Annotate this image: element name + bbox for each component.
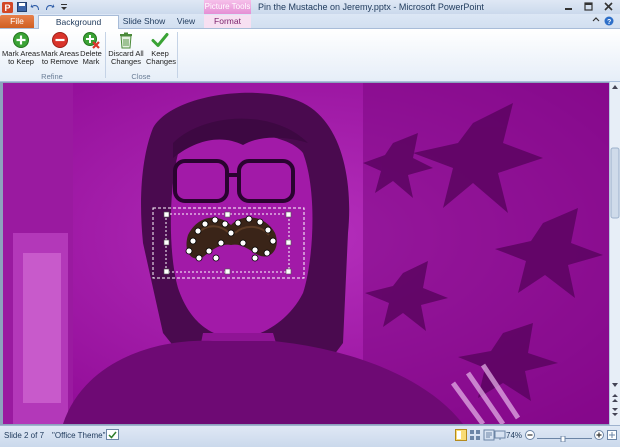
ribbon-minimize-icon[interactable] xyxy=(592,16,600,28)
zoom-out-icon[interactable] xyxy=(525,430,535,442)
delete-mark-label-2: Mark xyxy=(82,57,100,66)
svg-text:?: ? xyxy=(607,19,611,26)
redo-icon[interactable] xyxy=(44,2,55,13)
restore-icon[interactable] xyxy=(578,0,598,13)
vertical-scrollbar[interactable] xyxy=(609,82,620,425)
delete-mark-button[interactable]: Delete Mark xyxy=(80,31,102,69)
mark-keep-label-2: to Keep xyxy=(8,57,34,66)
discard-all-changes-button[interactable]: Discard All Changes xyxy=(107,31,145,69)
slide-editing-area xyxy=(0,82,620,425)
refine-group-label: Refine xyxy=(41,72,63,81)
discard-changes-icon xyxy=(120,32,132,49)
ribbon-right-controls: ? xyxy=(592,16,614,28)
svg-text:P: P xyxy=(5,3,11,13)
background-removal-photo xyxy=(3,83,610,424)
help-icon[interactable]: ? xyxy=(604,16,614,28)
mark-keep-icon xyxy=(13,32,29,48)
tab-view[interactable]: View xyxy=(172,15,200,28)
spell-check-icon[interactable] xyxy=(106,429,120,443)
tab-format[interactable]: Format xyxy=(204,15,251,28)
mark-remove-icon xyxy=(52,32,68,48)
tab-slide-show[interactable]: Slide Show xyxy=(121,15,167,28)
save-icon[interactable] xyxy=(16,2,27,13)
close-icon[interactable] xyxy=(598,0,618,13)
powerpoint-app-icon[interactable]: P xyxy=(2,1,13,13)
undo-icon[interactable] xyxy=(30,2,41,13)
mark-areas-to-remove-button[interactable]: Mark Areas to Remove xyxy=(41,31,79,69)
slide-counter: Slide 2 of 7 xyxy=(4,431,45,440)
zoom-level[interactable]: 74% xyxy=(506,431,522,440)
picture-tools-context-label: Picture Tools xyxy=(204,0,251,14)
delete-mark-icon xyxy=(83,32,100,49)
group-separator xyxy=(177,32,178,78)
tab-background-removal[interactable]: Background Removal xyxy=(38,15,119,40)
close-group-label: Close xyxy=(131,72,151,81)
zoom-slider[interactable] xyxy=(537,435,592,444)
quick-access-toolbar: P xyxy=(2,1,69,13)
slide-sorter-icon[interactable] xyxy=(469,429,481,443)
minimize-icon[interactable] xyxy=(558,0,578,13)
status-bar: Slide 2 of 7 "Office Theme" 74% xyxy=(0,425,620,447)
mark-areas-to-keep-button[interactable]: Mark Areas to Keep xyxy=(2,31,40,69)
zoom-in-icon[interactable] xyxy=(594,430,604,442)
title-bar: P Picture Tools Pin the Mustache on Jere… xyxy=(0,0,620,14)
slide-show-view-icon[interactable] xyxy=(494,429,506,443)
keep-label-2: Changes xyxy=(146,57,177,66)
fit-slide-icon[interactable] xyxy=(607,430,617,442)
slide-canvas[interactable] xyxy=(3,83,610,424)
ribbon-tab-row: File Background Removal Slide Show View … xyxy=(0,14,620,40)
theme-name: "Office Theme" xyxy=(52,431,106,440)
window-title: Pin the Mustache on Jeremy.pptx - Micros… xyxy=(258,2,484,12)
discard-label-2: Changes xyxy=(110,57,142,66)
checkmark-icon xyxy=(151,33,169,47)
customize-qat-icon[interactable] xyxy=(58,2,69,13)
normal-view-icon[interactable] xyxy=(455,429,467,443)
mark-remove-label-2: to Remove xyxy=(41,57,79,66)
ribbon: Mark Areas to Keep Mark Areas to Remove … xyxy=(0,29,620,82)
keep-changes-button[interactable]: Keep Changes xyxy=(146,31,177,69)
tab-file[interactable]: File xyxy=(0,15,34,28)
scrollbar-graphics xyxy=(610,85,620,416)
window-controls xyxy=(558,0,618,13)
